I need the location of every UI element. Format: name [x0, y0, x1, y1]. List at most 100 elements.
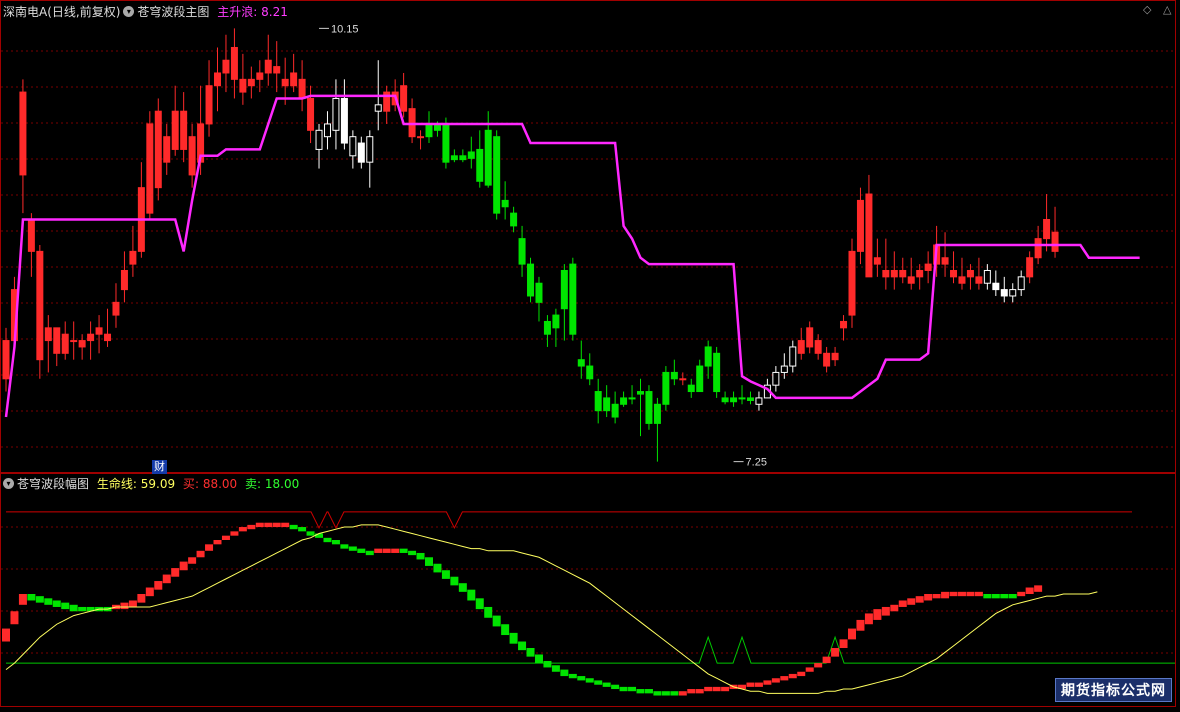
sub-pane-border: [0, 473, 1176, 707]
sub-chart-header: ▾ 苍穹波段幅图 生命线: 59.09 买: 88.00 卖: 18.00: [3, 476, 299, 492]
swing-bar: [983, 594, 992, 599]
swing-bar: [281, 522, 290, 528]
swing-bar: [695, 689, 704, 694]
candle-body: [87, 333, 95, 342]
candle-body: [823, 352, 831, 367]
candle-body: [349, 136, 357, 157]
swing-bar: [907, 598, 916, 605]
candle-body: [670, 371, 678, 380]
candle-body: [112, 301, 120, 316]
sub-indicator-menu-icon[interactable]: ▾: [3, 478, 14, 489]
stock-title: 深南电A(日线,前复权): [3, 5, 121, 19]
swing-bar: [416, 552, 425, 560]
collapse-icon[interactable]: ◇: [1143, 3, 1151, 16]
swing-bar: [492, 615, 501, 627]
candle-body: [679, 378, 687, 381]
candle-body: [552, 314, 560, 329]
candle-body: [374, 104, 382, 112]
candle-body: [366, 136, 374, 163]
swing-bar: [374, 548, 383, 553]
candle-body: [746, 397, 754, 401]
life-line-value: 59.09: [140, 477, 176, 491]
candle-body: [577, 359, 585, 367]
swing-bar: [179, 561, 188, 571]
swing-bar: [120, 602, 129, 610]
candle-body: [856, 199, 864, 252]
candle-body: [247, 78, 255, 87]
candle-body: [290, 72, 298, 87]
chart-stage: 10.15 7.25 深南电A(日线,前复权) ▾ 苍穹波段主图 主升浪: 8.21 …: [0, 0, 1180, 708]
swing-bar: [636, 689, 645, 694]
candle-body: [104, 333, 112, 342]
candle-body: [315, 129, 323, 150]
swing-bar: [653, 691, 662, 696]
swing-bar: [619, 686, 628, 692]
candle-body: [273, 66, 281, 74]
swing-bar: [458, 583, 467, 592]
swing-bar: [577, 676, 586, 681]
swing-bar: [205, 544, 214, 551]
swing-bar: [704, 686, 713, 692]
swing-bar: [551, 665, 560, 672]
swing-bar: [754, 682, 763, 687]
swing-bar: [450, 576, 459, 586]
candle-body: [535, 282, 543, 303]
swing-bar: [52, 600, 61, 607]
candle-body: [983, 269, 991, 284]
swing-bar: [814, 663, 823, 668]
swing-bar: [484, 606, 493, 618]
candle-body: [1034, 238, 1042, 259]
candle-body: [19, 91, 27, 176]
swing-bar: [475, 598, 484, 610]
candle-body: [992, 282, 1000, 291]
indicator-menu-icon[interactable]: ▾: [123, 6, 135, 17]
swing-bar: [331, 540, 340, 545]
candle-body: [1017, 276, 1025, 291]
finance-event-tag[interactable]: 财: [152, 460, 167, 474]
swing-bar: [306, 531, 315, 536]
sell-level-line: [6, 635, 1175, 664]
candle-body: [36, 250, 44, 361]
buy-label: 买: [182, 477, 195, 491]
swing-bar: [467, 589, 476, 601]
candle-body: [755, 397, 763, 405]
swing-bar: [788, 673, 797, 679]
swing-bar: [357, 548, 366, 553]
swing-bar: [441, 570, 450, 579]
candle-body: [484, 129, 492, 186]
expand-up-icon[interactable]: △: [1163, 3, 1171, 16]
swing-bar: [712, 686, 721, 692]
swing-bar: [543, 660, 552, 668]
candle-body: [408, 108, 416, 138]
candle-body: [628, 397, 636, 400]
swing-bar: [264, 522, 273, 528]
candle-body: [459, 155, 467, 161]
candle-body: [493, 136, 501, 214]
swing-bar: [949, 591, 958, 597]
candle-body: [256, 72, 264, 80]
candle-body: [2, 340, 10, 380]
swing-bar: [323, 537, 332, 543]
swing-bar: [221, 535, 230, 540]
candle-body: [916, 269, 924, 278]
swing-bar: [1000, 594, 1009, 599]
main-pane-border: [0, 0, 1176, 473]
swing-bar: [611, 684, 620, 690]
candle-body: [814, 340, 822, 354]
candle-body: [298, 78, 306, 99]
candle-body: [146, 123, 154, 214]
candle-body: [264, 59, 272, 74]
stock-chart[interactable]: 10.15 7.25: [0, 0, 1180, 708]
swing-bar: [18, 594, 27, 605]
swing-bar: [340, 544, 349, 549]
swing-bar: [1034, 585, 1043, 592]
candle-body: [713, 352, 721, 393]
swing-bar: [145, 587, 154, 597]
swing-bar: [721, 686, 730, 692]
swing-bar: [162, 574, 171, 584]
swing-bar: [171, 568, 180, 577]
swing-bar: [247, 524, 256, 530]
swing-bar: [780, 676, 789, 681]
candle-body: [966, 269, 974, 278]
swing-bar: [348, 546, 357, 551]
